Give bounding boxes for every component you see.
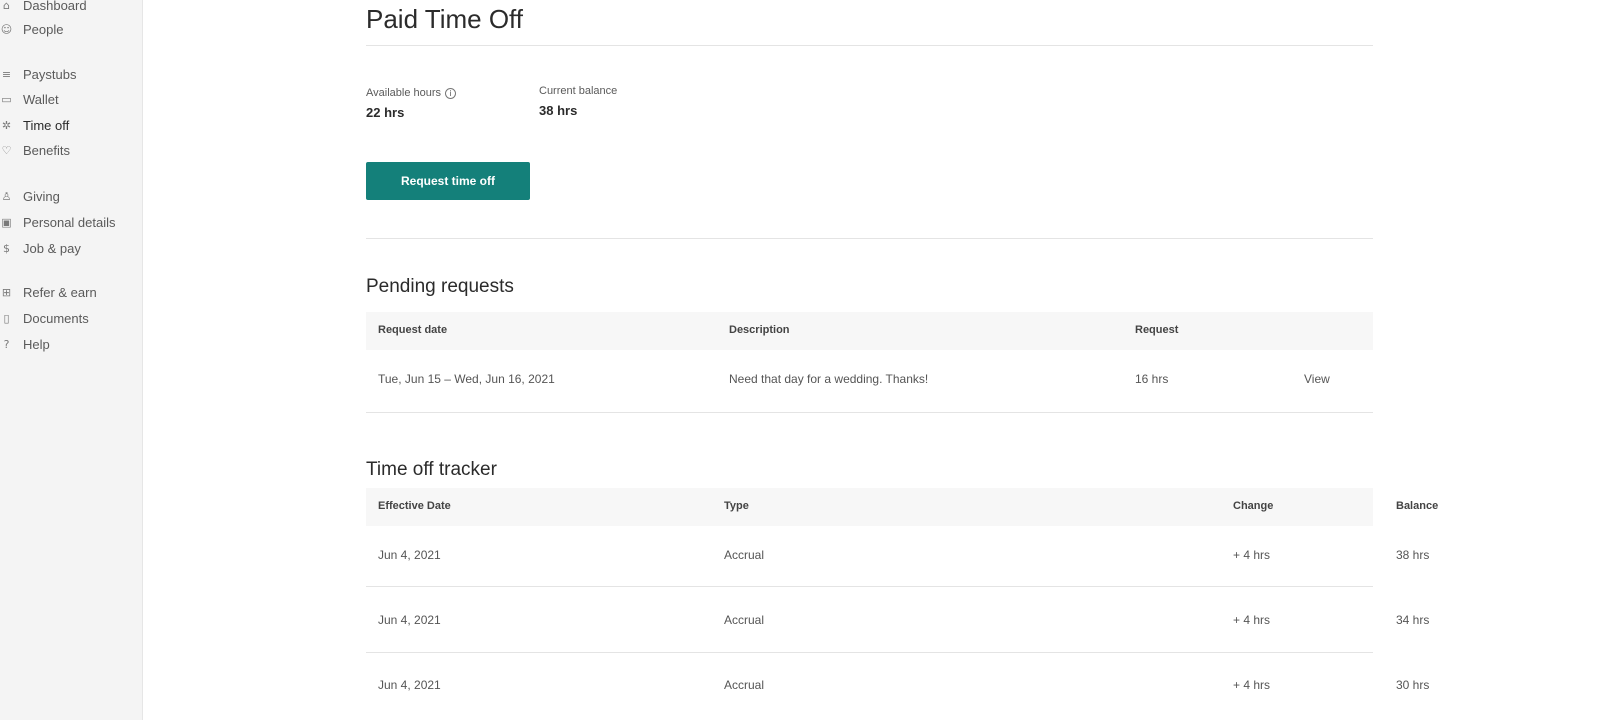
main-content: Paid Time Off Available hours i 22 hrs C…	[143, 0, 1600, 720]
help-icon: ?	[3, 337, 10, 351]
column-header-request: Request	[1135, 324, 1179, 336]
description-cell: Need that day for a wedding. Thanks!	[729, 372, 929, 386]
available-hours-label: Available hours i	[366, 87, 457, 99]
sidebar-item-label: Help	[23, 336, 50, 352]
time-off-tracker-title: Time off tracker	[366, 459, 497, 480]
balance-cell: 38 hrs	[1396, 548, 1430, 562]
sidebar-item-label: Refer & earn	[23, 284, 97, 300]
sidebar-item-help[interactable]: ? Help	[0, 334, 50, 354]
section-divider	[366, 238, 1373, 239]
tracker-table-header: Effective Date Type Change Balance	[366, 488, 1438, 526]
sidebar-item-label: Giving	[23, 188, 60, 204]
paystubs-icon: ≡	[1, 67, 12, 81]
job-pay-icon: $	[3, 241, 10, 255]
available-hours-value: 22 hrs	[366, 105, 405, 120]
benefits-icon: ♡	[1, 143, 12, 157]
row-divider	[366, 412, 1373, 413]
change-cell: + 4 hrs	[1233, 678, 1271, 692]
giving-icon: ♙	[1, 189, 12, 203]
documents-icon: ▯	[3, 311, 10, 325]
row-divider	[366, 652, 1373, 653]
personal-details-icon: ▣	[1, 215, 12, 229]
info-icon[interactable]: i	[445, 87, 457, 99]
effective-date-cell: Jun 4, 2021	[378, 678, 441, 692]
column-header-change: Change	[1233, 500, 1274, 512]
effective-date-cell: Jun 4, 2021	[378, 548, 441, 562]
change-cell: + 4 hrs	[1233, 548, 1271, 562]
page-title: Paid Time Off	[366, 4, 524, 34]
pending-requests-title: Pending requests	[366, 276, 514, 297]
sidebar-item-paystubs[interactable]: ≡ Paystubs	[0, 64, 77, 84]
sidebar-item-label: Wallet	[23, 91, 59, 107]
sidebar-item-label: Time off	[23, 117, 70, 133]
sidebar-item-time-off[interactable]: ✲ Time off	[0, 115, 69, 135]
column-header-type: Type	[724, 500, 749, 512]
title-divider	[366, 45, 1373, 46]
sidebar-item-refer-earn[interactable]: ⊞ Refer & earn	[0, 282, 97, 302]
sidebar-item-label: People	[23, 21, 64, 37]
view-request-link[interactable]: View	[1304, 372, 1330, 386]
row-divider	[366, 586, 1373, 587]
balance-cell: 34 hrs	[1396, 613, 1430, 627]
sidebar-item-giving[interactable]: ♙ Giving	[0, 186, 60, 206]
request-time-off-button[interactable]: Request time off	[366, 162, 530, 200]
effective-date-cell: Jun 4, 2021	[378, 613, 441, 627]
type-cell: Accrual	[724, 548, 765, 562]
sidebar-item-label: Dashboard	[23, 0, 87, 13]
request-date-cell: Tue, Jun 15 – Wed, Jun 16, 2021	[378, 372, 555, 386]
type-cell: Accrual	[724, 678, 765, 692]
sidebar-item-wallet[interactable]: ▭ Wallet	[0, 89, 59, 109]
column-header-balance: Balance	[1396, 500, 1439, 512]
current-balance-label: Current balance	[539, 85, 617, 97]
request-hours-cell: 16 hrs	[1135, 372, 1169, 386]
change-cell: + 4 hrs	[1233, 613, 1271, 627]
column-header-description: Description	[729, 324, 790, 336]
sidebar-item-label: Paystubs	[23, 66, 77, 82]
dashboard-icon: ⌂	[3, 0, 10, 12]
people-icon: ☺	[0, 22, 13, 36]
column-header-request-date: Request date	[378, 324, 448, 336]
available-hours-label-text: Available hours	[366, 87, 442, 99]
current-balance-value: 38 hrs	[539, 103, 578, 118]
column-header-effective-date: Effective Date	[378, 500, 451, 512]
sidebar-item-benefits[interactable]: ♡ Benefits	[0, 140, 70, 160]
balance-cell: 30 hrs	[1396, 678, 1430, 692]
pending-table-header: Request date Description Request	[366, 312, 1373, 350]
sidebar: ⌂ Dashboard ☺ People ≡ Paystubs ▭ Wallet…	[0, 0, 143, 720]
sidebar-item-job-pay[interactable]: $ Job & pay	[0, 238, 81, 258]
sidebar-item-dashboard[interactable]: ⌂ Dashboard	[0, 0, 87, 15]
sidebar-item-label: Documents	[23, 310, 89, 326]
sidebar-item-people[interactable]: ☺ People	[0, 19, 64, 39]
sidebar-item-documents[interactable]: ▯ Documents	[0, 308, 89, 328]
sidebar-item-personal-details[interactable]: ▣ Personal details	[0, 212, 116, 232]
sidebar-item-label: Job & pay	[23, 240, 81, 256]
sidebar-item-label: Personal details	[23, 214, 116, 230]
current-balance-label-text: Current balance	[539, 85, 618, 97]
type-cell: Accrual	[724, 613, 765, 627]
time-off-icon: ✲	[1, 118, 12, 132]
refer-earn-icon: ⊞	[1, 285, 12, 299]
sidebar-item-label: Benefits	[23, 142, 70, 158]
wallet-icon: ▭	[1, 92, 12, 106]
